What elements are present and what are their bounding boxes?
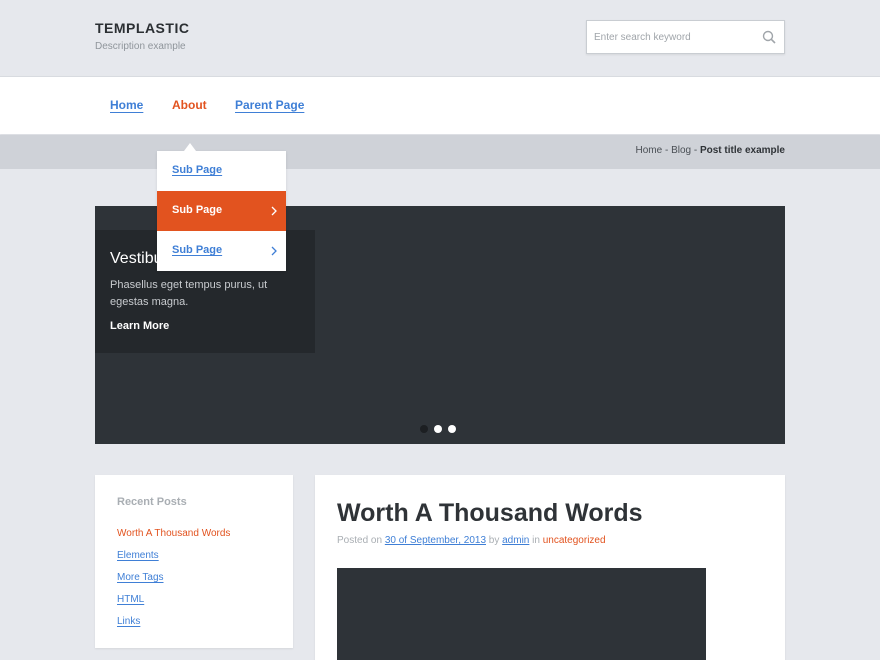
slide-caption-text: Phasellus eget tempus purus, ut egestas … — [110, 279, 268, 308]
slider-pagination — [420, 420, 462, 433]
post-category-link[interactable]: uncategorized — [543, 535, 606, 546]
list-item: HTML — [117, 594, 230, 616]
post-meta: Posted on 30 of September, 2013 by admin… — [337, 535, 606, 546]
post-title[interactable]: Worth A Thousand Words — [337, 499, 643, 528]
slider-dot-1[interactable] — [420, 425, 428, 433]
post-article: Worth A Thousand Words Posted on 30 of S… — [315, 475, 785, 660]
recent-posts-list: Worth A Thousand Words Elements More Tag… — [117, 528, 230, 638]
meta-in: in — [529, 535, 543, 546]
breadcrumb-separator: - — [662, 145, 672, 156]
recent-post-link[interactable]: Elements — [117, 550, 159, 561]
dropdown-item-label: Sub Page — [172, 244, 223, 256]
site-description: Description example — [95, 41, 186, 52]
breadcrumb-current: Post title example — [699, 145, 785, 156]
chevron-right-icon — [271, 206, 277, 216]
search-icon[interactable] — [762, 30, 776, 44]
breadcrumb-blog[interactable]: Blog — [671, 145, 691, 156]
list-item: Worth A Thousand Words — [117, 528, 230, 550]
search-box — [586, 20, 785, 54]
recent-posts-widget: Recent Posts Worth A Thousand Words Elem… — [95, 475, 293, 648]
dropdown-item-label: Sub Page — [172, 204, 223, 216]
recent-post-link[interactable]: Links — [117, 616, 140, 627]
widget-title: Recent Posts — [117, 496, 187, 508]
dropdown-item-sub-page-2[interactable]: Sub Page — [157, 191, 286, 231]
dropdown-caret — [184, 143, 196, 151]
chevron-right-icon — [271, 246, 277, 256]
dropdown-item-label: Sub Page — [172, 164, 223, 176]
list-item: Links — [117, 616, 230, 638]
breadcrumb: Home - Blog - Post title example — [635, 145, 785, 156]
dropdown-item-sub-page-1[interactable]: Sub Page — [157, 151, 286, 191]
site-header: TEMPLASTIC Description example — [0, 0, 880, 76]
post-date-link[interactable]: 30 of September, 2013 — [385, 535, 486, 546]
post-featured-image — [337, 568, 706, 660]
nav-item-parent-page[interactable]: Parent Page — [235, 98, 304, 112]
breadcrumb-bar: Home - Blog - Post title example — [0, 135, 880, 169]
recent-post-link[interactable]: Worth A Thousand Words — [117, 528, 230, 539]
dropdown-item-sub-page-3[interactable]: Sub Page — [157, 231, 286, 271]
recent-post-link[interactable]: HTML — [117, 594, 144, 605]
slider-dot-3[interactable] — [448, 425, 456, 433]
list-item: Elements — [117, 550, 230, 572]
breadcrumb-separator: - — [691, 145, 700, 156]
breadcrumb-home[interactable]: Home — [635, 145, 662, 156]
list-item: More Tags — [117, 572, 230, 594]
site-title[interactable]: TEMPLASTIC — [95, 20, 189, 36]
meta-posted-on: Posted on — [337, 535, 385, 546]
meta-by: by — [486, 535, 503, 546]
main-nav: Home About Parent Page — [0, 76, 880, 134]
about-dropdown-menu: Sub Page Sub Page Sub Page — [157, 151, 286, 271]
post-author-link[interactable]: admin — [502, 535, 529, 546]
learn-more-link[interactable]: Learn More — [110, 320, 169, 332]
nav-item-about[interactable]: About — [172, 98, 207, 112]
search-input[interactable] — [587, 21, 752, 53]
slider-dot-2[interactable] — [434, 425, 442, 433]
nav-item-home[interactable]: Home — [110, 98, 143, 112]
recent-post-link[interactable]: More Tags — [117, 572, 164, 583]
